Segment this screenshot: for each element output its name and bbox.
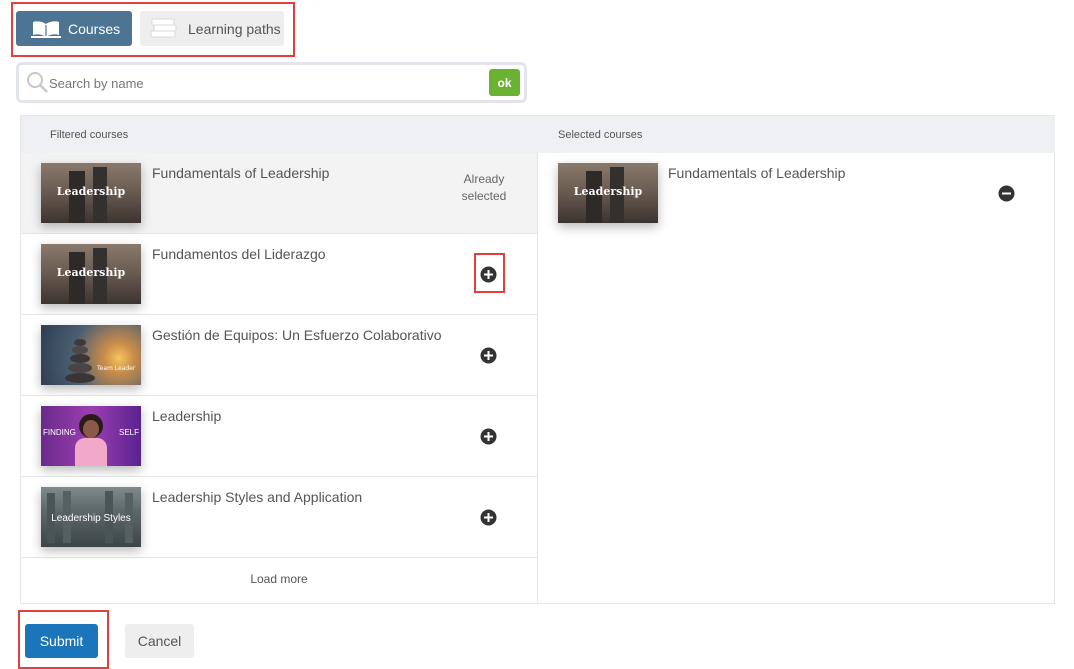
tab-courses-label: Courses <box>68 20 121 37</box>
remove-course-button[interactable] <box>998 185 1015 202</box>
course-thumbnail: Leadership <box>41 244 141 304</box>
course-title: Fundamentals of Leadership <box>152 165 330 181</box>
add-course-button[interactable] <box>480 428 497 445</box>
filtered-course-row: Team Leader Gestión de Equipos: Un Esfue… <box>21 315 537 396</box>
selected-courses-title: Selected courses <box>558 128 643 141</box>
tab-courses[interactable]: Courses <box>16 11 132 46</box>
course-thumbnail: Leadership Styles <box>41 487 141 547</box>
filtered-courses-title: Filtered courses <box>50 128 129 141</box>
course-title: Leadership <box>152 408 222 424</box>
course-thumbnail: Team Leader <box>41 325 141 385</box>
course-thumbnail: Leadership <box>558 163 658 223</box>
tab-learning-paths-label: Learning paths <box>188 20 281 37</box>
plus-circle-icon <box>480 347 497 364</box>
stacked-books-icon <box>148 18 180 40</box>
plus-circle-icon <box>480 509 497 526</box>
search-box: ok <box>16 62 527 103</box>
submit-button[interactable]: Submit <box>25 624 98 658</box>
open-book-icon <box>30 18 62 40</box>
filtered-course-row: Leadership Fundamentals of Leadership Al… <box>21 153 537 234</box>
filtered-course-row: Leadership Styles Leadership Styles and … <box>21 477 537 558</box>
filtered-courses-header: Filtered courses <box>21 116 538 153</box>
already-selected-label: Already selected <box>461 172 507 203</box>
selected-course-row: Leadership Fundamentals of Leadership <box>538 153 1055 234</box>
plus-circle-icon <box>480 266 497 283</box>
filtered-course-row: Leadership Fundamentos del Liderazgo <box>21 234 537 315</box>
search-icon <box>25 70 49 94</box>
filtered-course-row: FINDING SELF Leadership <box>21 396 537 477</box>
course-title: Fundamentals of Leadership <box>668 165 846 181</box>
course-title: Fundamentos del Liderazgo <box>152 246 326 262</box>
add-course-button[interactable] <box>480 347 497 364</box>
cancel-button[interactable]: Cancel <box>125 624 194 658</box>
plus-circle-icon <box>480 428 497 445</box>
search-ok-button[interactable]: ok <box>489 69 520 96</box>
search-input[interactable] <box>49 71 489 95</box>
minus-circle-icon <box>998 185 1015 202</box>
course-thumbnail: FINDING SELF <box>41 406 141 466</box>
tab-learning-paths[interactable]: Learning paths <box>140 11 284 46</box>
add-course-button[interactable] <box>480 509 497 526</box>
selected-courses-header: Selected courses <box>538 116 1055 153</box>
tab-group-highlight: Courses Learning paths <box>11 2 295 57</box>
course-thumbnail: Leadership <box>41 163 141 223</box>
course-title: Gestión de Equipos: Un Esfuerzo Colabora… <box>152 327 442 343</box>
add-course-button[interactable] <box>480 266 497 283</box>
course-title: Leadership Styles and Application <box>152 489 363 505</box>
course-selector: Filtered courses Selected courses Leader… <box>20 115 1055 604</box>
load-more-link[interactable]: Load more <box>21 572 537 586</box>
